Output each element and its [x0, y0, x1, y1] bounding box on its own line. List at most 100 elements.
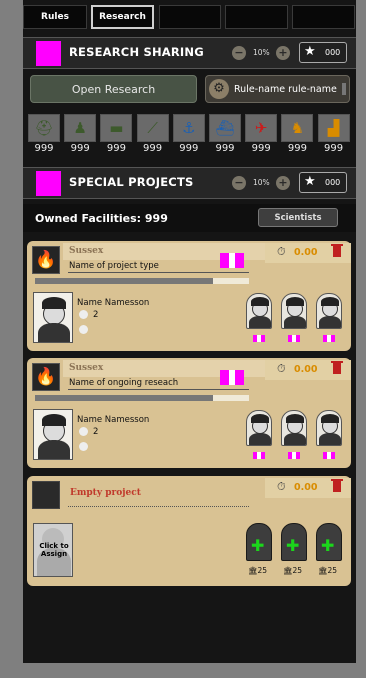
- project-time: 0.00: [294, 247, 318, 258]
- unlock-slot-button[interactable]: ✚: [281, 523, 307, 561]
- unit-count: 999: [143, 143, 163, 154]
- projects-percent: 10%: [253, 178, 270, 187]
- soldier-unit-button[interactable]: ♟: [64, 114, 97, 142]
- artillery-icon: ⟋: [147, 119, 158, 137]
- slot-cost: 🏛25: [283, 566, 303, 575]
- scientist-name: Name Namesson: [77, 298, 150, 308]
- star-icon: ★: [304, 174, 316, 189]
- slot-flag: [323, 335, 335, 342]
- rule-selector[interactable]: ⚙ Rule-name rule-name: [205, 75, 350, 103]
- stars-count: 000: [325, 48, 341, 57]
- slot-flag: [288, 452, 300, 459]
- stars-badge: ★ 000: [299, 42, 347, 63]
- plane-unit-button[interactable]: ✈: [245, 114, 278, 142]
- unit-count: 999: [324, 143, 344, 154]
- research-sharing-flag: [36, 41, 61, 66]
- anchor-unit-button[interactable]: ⚓: [172, 114, 205, 142]
- rule-label: Rule-name rule-name: [234, 84, 337, 95]
- factory-unit-button[interactable]: ▟: [317, 114, 350, 142]
- helmet-icon: ⛑: [34, 119, 54, 137]
- unit-count: 999: [106, 143, 126, 154]
- stars-count: 000: [325, 178, 341, 187]
- tab-rules[interactable]: Rules: [23, 5, 87, 29]
- scientist-portrait[interactable]: [33, 292, 73, 343]
- plus-icon: ✚: [251, 536, 265, 555]
- dog-unit-button[interactable]: ♞: [281, 114, 314, 142]
- scientists-button[interactable]: Scientists: [258, 208, 338, 227]
- project-type: Name of ongoing reseach: [69, 378, 179, 388]
- rule-icon: ⚙: [209, 79, 229, 99]
- decrease-button[interactable]: −: [232, 176, 246, 190]
- helmet-unit-button[interactable]: ⛑: [28, 114, 60, 142]
- ship-unit-button[interactable]: ⛴: [209, 114, 241, 142]
- decrease-button[interactable]: −: [232, 46, 246, 60]
- underline: [68, 389, 249, 390]
- tab-research[interactable]: Research: [91, 5, 154, 29]
- timer-icon: ⏱: [277, 480, 286, 493]
- site-name: Sussex: [69, 246, 104, 256]
- owned-facilities-label: Owned Facilities: 999: [35, 212, 168, 225]
- project-time: 0.00: [294, 364, 318, 375]
- empty-project-label: Empty project: [70, 488, 141, 498]
- unlock-slot-button[interactable]: ✚: [316, 523, 342, 561]
- project-card: 🔥 Sussex Name of ongoing reseach ⏱ 0.00 …: [27, 358, 351, 468]
- special-projects-flag: [36, 171, 61, 196]
- plus-icon: ✚: [321, 536, 335, 555]
- skill-dot: [79, 310, 88, 319]
- progress-bar: [35, 395, 249, 401]
- tank-unit-button[interactable]: ▬: [100, 114, 133, 142]
- factory-icon: ▟: [327, 119, 340, 137]
- share-percent: 10%: [253, 48, 270, 57]
- bank-icon: 🏛: [283, 566, 293, 575]
- project-flag: [220, 370, 244, 385]
- assistant-slot[interactable]: [316, 410, 342, 446]
- assistant-slot[interactable]: [281, 410, 307, 446]
- timer-icon: ⏱: [277, 245, 286, 258]
- skill-dot: [79, 325, 88, 334]
- underline: [68, 506, 249, 507]
- increase-button[interactable]: +: [276, 176, 290, 190]
- open-research-button[interactable]: Open Research: [30, 75, 197, 103]
- tab-3[interactable]: [159, 5, 221, 29]
- tab-5[interactable]: [292, 5, 355, 29]
- assign-scientist-button[interactable]: Click to Assign: [33, 523, 73, 577]
- assistant-slot[interactable]: [316, 293, 342, 329]
- project-card: 🔥 Sussex Name of project type ⏱ 0.00 Nam…: [27, 241, 351, 351]
- owned-facilities-bar: Owned Facilities: 999 Scientists: [23, 204, 356, 232]
- rule-scroll-handle[interactable]: [342, 83, 346, 95]
- project-flag: [220, 253, 244, 268]
- fire-icon[interactable]: 🔥: [32, 363, 60, 391]
- unit-count: 999: [215, 143, 235, 154]
- unit-count: 999: [287, 143, 307, 154]
- scientist-portrait[interactable]: [33, 409, 73, 460]
- trash-icon[interactable]: [331, 244, 343, 257]
- trash-icon[interactable]: [331, 479, 343, 492]
- skill-dot: [79, 442, 88, 451]
- scientist-level: 2: [93, 310, 99, 320]
- assistant-slot[interactable]: [246, 293, 272, 329]
- slot-cost: 🏛25: [318, 566, 338, 575]
- timer-icon: ⏱: [277, 362, 286, 375]
- slot-flag: [323, 452, 335, 459]
- fire-icon[interactable]: 🔥: [32, 246, 60, 274]
- increase-button[interactable]: +: [276, 46, 290, 60]
- body: [38, 323, 70, 342]
- unlock-slot-button[interactable]: ✚: [246, 523, 272, 561]
- assistant-slot[interactable]: [246, 410, 272, 446]
- empty-slot-icon[interactable]: [32, 481, 60, 509]
- scientist-name: Name Namesson: [77, 415, 150, 425]
- unit-count: 999: [70, 143, 90, 154]
- soldier-icon: ♟: [73, 119, 87, 137]
- assistant-slot[interactable]: [281, 293, 307, 329]
- underline: [68, 272, 249, 273]
- tank-icon: ▬: [109, 119, 124, 137]
- tab-bar: Rules Research: [23, 5, 356, 31]
- slot-flag: [288, 335, 300, 342]
- tab-4[interactable]: [225, 5, 288, 29]
- star-icon: ★: [304, 44, 316, 59]
- artillery-unit-button[interactable]: ⟋: [136, 114, 169, 142]
- skill-dot: [79, 427, 88, 436]
- research-sharing-title: RESEARCH SHARING: [69, 45, 204, 59]
- plane-icon: ✈: [254, 119, 268, 137]
- trash-icon[interactable]: [331, 361, 343, 374]
